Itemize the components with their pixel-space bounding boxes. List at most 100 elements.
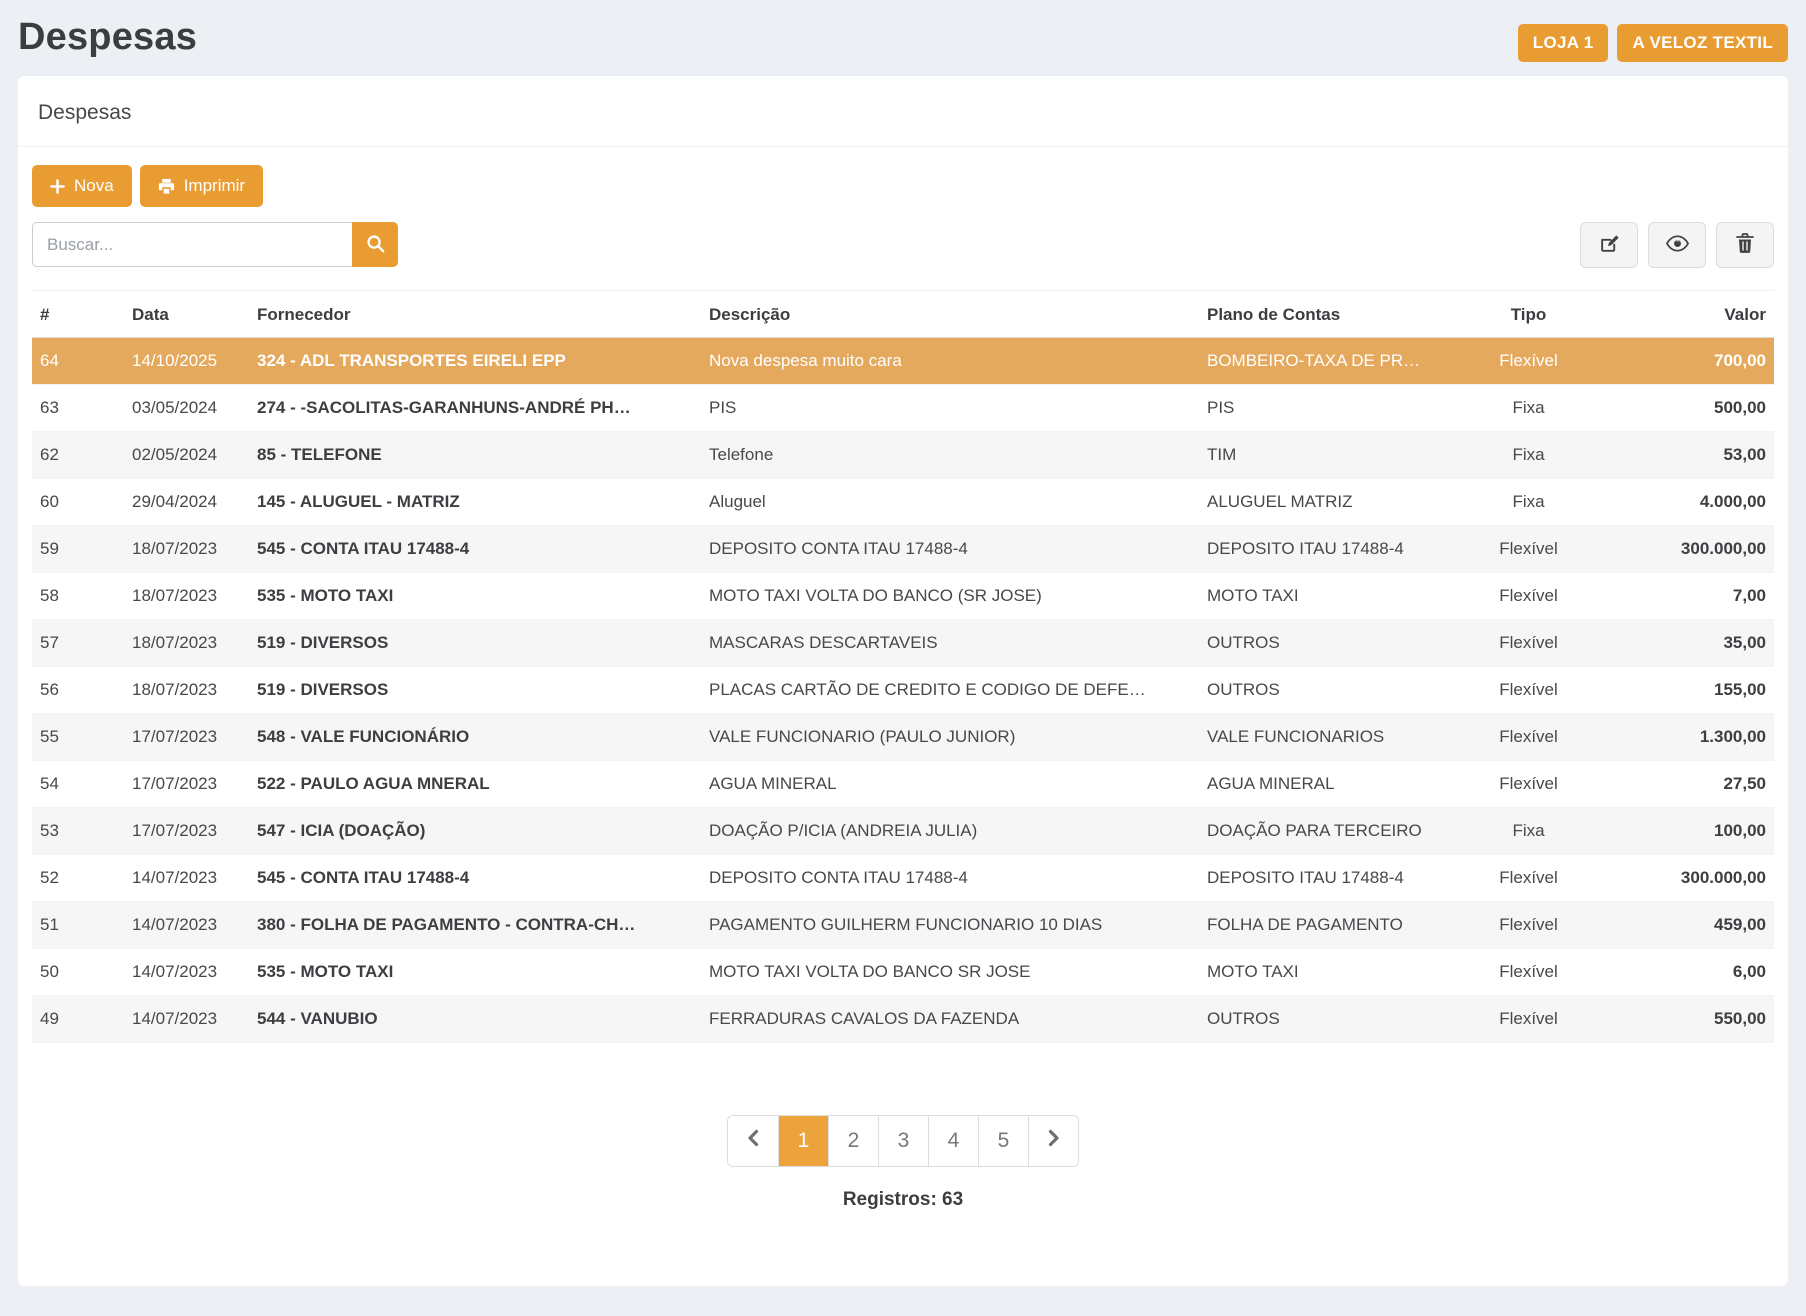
cell-description: Nova despesa muito cara bbox=[701, 338, 1199, 385]
page-button-4[interactable]: 4 bbox=[928, 1116, 978, 1166]
cell-id: 58 bbox=[32, 573, 124, 620]
cell-account_plan: BOMBEIRO-TAXA DE PR… bbox=[1199, 338, 1466, 385]
page-title: Despesas bbox=[18, 16, 197, 59]
page-button-1[interactable]: 1 bbox=[778, 1116, 828, 1166]
cell-supplier: 547 - ICIA (DOAÇÃO) bbox=[249, 808, 701, 855]
cell-id: 54 bbox=[32, 761, 124, 808]
column-header-0: # bbox=[32, 291, 124, 338]
cell-id: 59 bbox=[32, 526, 124, 573]
cell-supplier: 519 - DIVERSOS bbox=[249, 620, 701, 667]
cell-type: Fixa bbox=[1466, 808, 1591, 855]
next-page-button[interactable] bbox=[1028, 1116, 1078, 1166]
cell-supplier: 85 - TELEFONE bbox=[249, 432, 701, 479]
print-label: Imprimir bbox=[184, 176, 245, 196]
new-expense-label: Nova bbox=[74, 176, 114, 196]
cell-id: 57 bbox=[32, 620, 124, 667]
cell-description: PIS bbox=[701, 385, 1199, 432]
cell-date: 18/07/2023 bbox=[124, 526, 249, 573]
cell-supplier: 324 - ADL TRANSPORTES EIRELI EPP bbox=[249, 338, 701, 385]
cell-account_plan: DOAÇÃO PARA TERCEIRO bbox=[1199, 808, 1466, 855]
column-header-5: Tipo bbox=[1466, 291, 1591, 338]
cell-value: 27,50 bbox=[1591, 761, 1774, 808]
table-row[interactable]: 5918/07/2023545 - CONTA ITAU 17488-4DEPO… bbox=[32, 526, 1774, 573]
cell-date: 18/07/2023 bbox=[124, 620, 249, 667]
cell-type: Flexível bbox=[1466, 338, 1591, 385]
delete-button[interactable] bbox=[1716, 222, 1774, 268]
cell-supplier: 548 - VALE FUNCIONÁRIO bbox=[249, 714, 701, 761]
cell-value: 459,00 bbox=[1591, 902, 1774, 949]
prev-page-button[interactable] bbox=[728, 1116, 778, 1166]
cell-id: 51 bbox=[32, 902, 124, 949]
cell-type: Fixa bbox=[1466, 432, 1591, 479]
pagination: 12345 bbox=[727, 1115, 1079, 1167]
table-row[interactable]: 6303/05/2024274 - -SACOLITAS-GARANHUNS-A… bbox=[32, 385, 1774, 432]
print-button[interactable]: Imprimir bbox=[140, 165, 263, 207]
cell-account_plan: VALE FUNCIONARIOS bbox=[1199, 714, 1466, 761]
page-button-2[interactable]: 2 bbox=[828, 1116, 878, 1166]
company-badge-button[interactable]: A VELOZ TEXTIL bbox=[1617, 24, 1788, 62]
row-actions bbox=[1580, 222, 1774, 268]
cell-account_plan: TIM bbox=[1199, 432, 1466, 479]
cell-supplier: 274 - -SACOLITAS-GARANHUNS-ANDRÉ PH… bbox=[249, 385, 701, 432]
table-row[interactable]: 5417/07/2023522 - PAULO AGUA MNERALAGUA … bbox=[32, 761, 1774, 808]
cell-description: Telefone bbox=[701, 432, 1199, 479]
cell-date: 14/07/2023 bbox=[124, 996, 249, 1043]
store-badge-button[interactable]: LOJA 1 bbox=[1518, 24, 1609, 62]
search-icon bbox=[366, 234, 385, 256]
table-row[interactable]: 5214/07/2023545 - CONTA ITAU 17488-4DEPO… bbox=[32, 855, 1774, 902]
table-row[interactable]: 4914/07/2023544 - VANUBIOFERRADURAS CAVA… bbox=[32, 996, 1774, 1043]
cell-description: MOTO TAXI VOLTA DO BANCO (SR JOSE) bbox=[701, 573, 1199, 620]
table-row[interactable]: 5718/07/2023519 - DIVERSOSMASCARAS DESCA… bbox=[32, 620, 1774, 667]
panel-title: Despesas bbox=[18, 76, 1788, 147]
table-row[interactable]: 6202/05/202485 - TELEFONETelefoneTIMFixa… bbox=[32, 432, 1774, 479]
table-row[interactable]: 5014/07/2023535 - MOTO TAXIMOTO TAXI VOL… bbox=[32, 949, 1774, 996]
cell-description: PAGAMENTO GUILHERM FUNCIONARIO 10 DIAS bbox=[701, 902, 1199, 949]
table-row[interactable]: 6414/10/2025324 - ADL TRANSPORTES EIRELI… bbox=[32, 338, 1774, 385]
pagination-wrap: 12345 bbox=[32, 1115, 1774, 1167]
expenses-panel: Despesas Nova Imprimir bbox=[18, 76, 1788, 1286]
cell-id: 50 bbox=[32, 949, 124, 996]
cell-description: MASCARAS DESCARTAVEIS bbox=[701, 620, 1199, 667]
cell-description: DOAÇÃO P/ICIA (ANDREIA JULIA) bbox=[701, 808, 1199, 855]
cell-type: Flexível bbox=[1466, 714, 1591, 761]
column-header-1: Data bbox=[124, 291, 249, 338]
column-header-4: Plano de Contas bbox=[1199, 291, 1466, 338]
plus-icon bbox=[50, 179, 65, 194]
edit-button[interactable] bbox=[1580, 222, 1638, 268]
cell-date: 14/07/2023 bbox=[124, 855, 249, 902]
cell-date: 14/10/2025 bbox=[124, 338, 249, 385]
edit-icon bbox=[1599, 233, 1620, 257]
cell-id: 52 bbox=[32, 855, 124, 902]
cell-date: 17/07/2023 bbox=[124, 761, 249, 808]
search-button[interactable] bbox=[352, 222, 398, 267]
page-button-3[interactable]: 3 bbox=[878, 1116, 928, 1166]
table-row[interactable]: 6029/04/2024145 - ALUGUEL - MATRIZAlugue… bbox=[32, 479, 1774, 526]
table-row[interactable]: 5317/07/2023547 - ICIA (DOAÇÃO)DOAÇÃO P/… bbox=[32, 808, 1774, 855]
table-row[interactable]: 5618/07/2023519 - DIVERSOSPLACAS CARTÃO … bbox=[32, 667, 1774, 714]
cell-supplier: 544 - VANUBIO bbox=[249, 996, 701, 1043]
cell-account_plan: MOTO TAXI bbox=[1199, 949, 1466, 996]
cell-value: 53,00 bbox=[1591, 432, 1774, 479]
cell-type: Flexível bbox=[1466, 620, 1591, 667]
cell-value: 4.000,00 bbox=[1591, 479, 1774, 526]
table-row[interactable]: 5818/07/2023535 - MOTO TAXIMOTO TAXI VOL… bbox=[32, 573, 1774, 620]
cell-value: 500,00 bbox=[1591, 385, 1774, 432]
search-input[interactable] bbox=[32, 222, 352, 267]
print-icon bbox=[158, 178, 175, 195]
cell-date: 29/04/2024 bbox=[124, 479, 249, 526]
table-row[interactable]: 5517/07/2023548 - VALE FUNCIONÁRIOVALE F… bbox=[32, 714, 1774, 761]
chevron-right-icon bbox=[1047, 1129, 1061, 1153]
table-row[interactable]: 5114/07/2023380 - FOLHA DE PAGAMENTO - C… bbox=[32, 902, 1774, 949]
cell-description: MOTO TAXI VOLTA DO BANCO SR JOSE bbox=[701, 949, 1199, 996]
cell-account_plan: ALUGUEL MATRIZ bbox=[1199, 479, 1466, 526]
view-button[interactable] bbox=[1648, 222, 1706, 268]
cell-type: Fixa bbox=[1466, 385, 1591, 432]
cell-description: AGUA MINERAL bbox=[701, 761, 1199, 808]
column-header-6: Valor bbox=[1591, 291, 1774, 338]
new-expense-button[interactable]: Nova bbox=[32, 165, 132, 207]
table-head: #DataFornecedorDescriçãoPlano de ContasT… bbox=[32, 291, 1774, 338]
cell-account_plan: MOTO TAXI bbox=[1199, 573, 1466, 620]
cell-description: Aluguel bbox=[701, 479, 1199, 526]
page-button-5[interactable]: 5 bbox=[978, 1116, 1028, 1166]
cell-account_plan: AGUA MINERAL bbox=[1199, 761, 1466, 808]
